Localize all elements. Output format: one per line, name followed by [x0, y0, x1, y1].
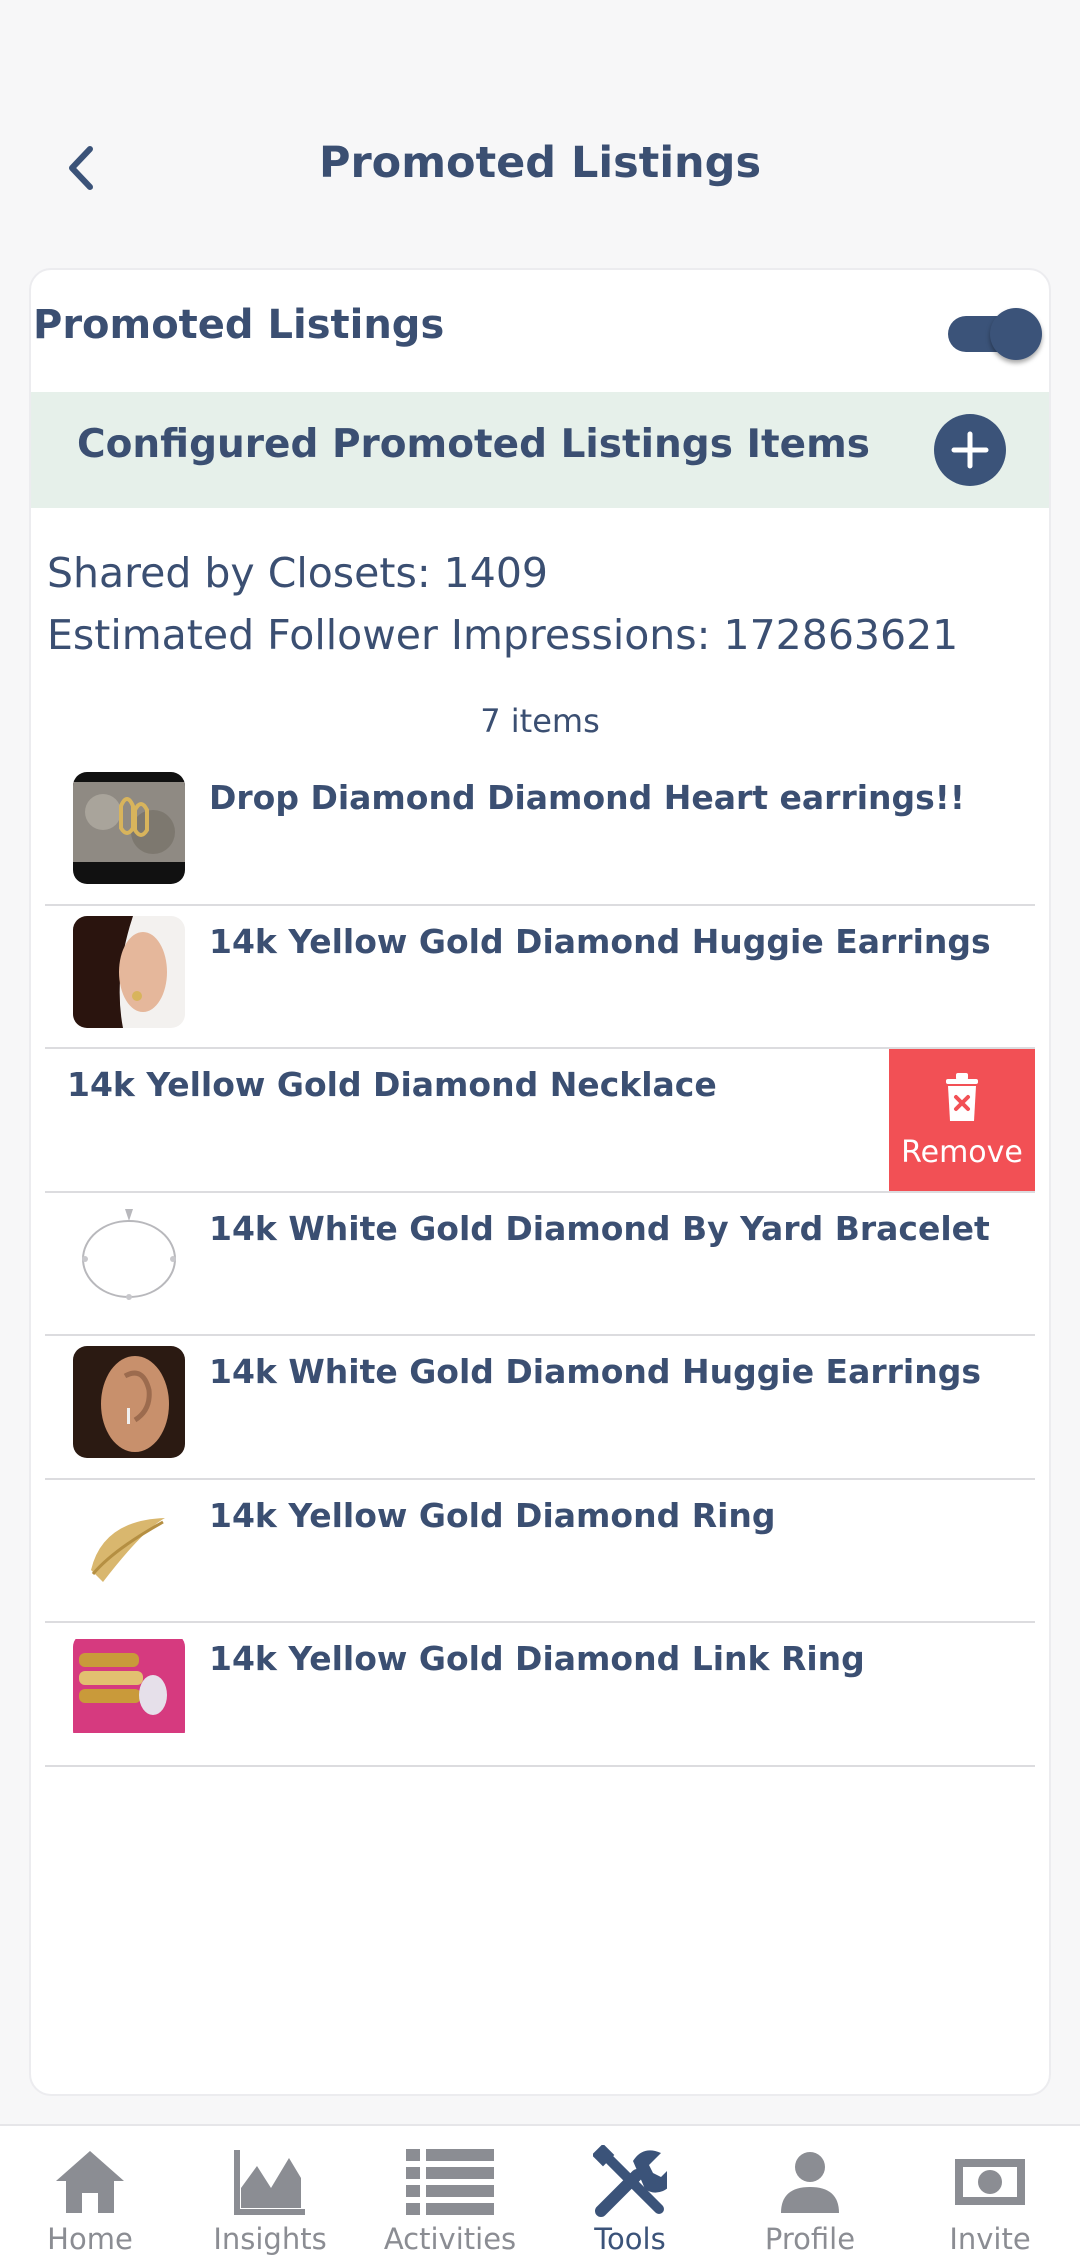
tab-insights[interactable]: Insights	[180, 2126, 360, 2264]
person-icon	[781, 2152, 839, 2213]
promoted-listings-card: Promoted Listings Configured Promoted Li…	[29, 268, 1051, 2096]
items-count: 7 items	[480, 702, 600, 740]
remove-label: Remove	[901, 1134, 1023, 1170]
shared-by-closets: Shared by Closets: 1409	[47, 549, 549, 597]
tab-activities[interactable]: Activities	[360, 2126, 540, 2264]
stats: Shared by Closets: 1409 Estimated Follow…	[47, 542, 958, 666]
tab-label: Invite	[949, 2222, 1031, 2256]
promoted-listings-row: Promoted Listings	[31, 270, 1049, 392]
item-title: Drop Diamond Diamond Heart earrings!!	[209, 778, 965, 817]
item-thumbnail	[73, 772, 185, 884]
promoted-listings-toggle[interactable]	[948, 306, 1042, 362]
tab-tools[interactable]: Tools	[540, 2126, 720, 2264]
tab-invite[interactable]: Invite	[900, 2126, 1080, 2264]
tab-label: Activities	[383, 2222, 517, 2256]
estimated-impressions: Estimated Follower Impressions: 17286362…	[47, 611, 959, 659]
list-item[interactable]: 14k Yellow Gold Diamond Huggie Earrings	[45, 906, 1035, 1049]
money-icon	[955, 2159, 1025, 2205]
add-item-button[interactable]	[934, 414, 1006, 486]
promoted-listings-label: Promoted Listings	[33, 302, 445, 348]
list-item[interactable]: 14k White Gold Diamond By Yard Bracelet	[45, 1193, 1035, 1336]
header: Promoted Listings	[0, 0, 1080, 260]
tools-icon	[593, 2145, 667, 2217]
tab-label: Profile	[764, 2222, 856, 2256]
chart-icon	[234, 2150, 305, 2215]
list-item[interactable]: Drop Diamond Diamond Heart earrings!!	[45, 762, 1035, 906]
item-thumbnail	[73, 1202, 185, 1315]
item-title: 14k Yellow Gold Diamond Necklace	[67, 1065, 717, 1104]
configured-items-bar: Configured Promoted Listings Items	[31, 392, 1049, 508]
item-thumbnail	[73, 1633, 185, 1745]
item-title: 14k Yellow Gold Diamond Link Ring	[209, 1639, 865, 1678]
tab-label: Home	[47, 2222, 133, 2256]
item-title: 14k Yellow Gold Diamond Ring	[209, 1495, 776, 1535]
list-item[interactable]: 14k Yellow Gold Diamond Ring	[45, 1480, 1035, 1623]
item-thumbnail	[73, 915, 185, 1028]
item-thumbnail	[73, 1346, 185, 1458]
tab-home[interactable]: Home	[0, 2126, 180, 2264]
home-icon	[56, 2151, 124, 2213]
page-title: Promoted Listings	[318, 138, 762, 188]
item-thumbnail	[73, 1489, 185, 1602]
list-item[interactable]: 14k Yellow Gold Diamond Link Ring	[45, 1623, 1035, 1767]
list-icon	[406, 2149, 494, 2215]
list-item[interactable]: 14k Yellow Gold Diamond Necklace Remove	[45, 1049, 1035, 1193]
remove-button[interactable]: Remove	[889, 1049, 1035, 1191]
trash-icon	[946, 1072, 978, 1121]
item-title: 14k White Gold Diamond By Yard Bracelet	[209, 1208, 990, 1248]
item-title: 14k White Gold Diamond Huggie Earrings	[209, 1352, 981, 1391]
item-title: 14k Yellow Gold Diamond Huggie Earrings	[209, 921, 991, 961]
bottom-tab-bar: Home Insights Activities Tools Profile I…	[0, 2124, 1080, 2264]
tab-profile[interactable]: Profile	[720, 2126, 900, 2264]
plus-icon	[951, 431, 989, 469]
tab-label: Tools	[594, 2222, 666, 2256]
promoted-items-list: Drop Diamond Diamond Heart earrings!! 14…	[45, 762, 1035, 1767]
tab-label: Insights	[213, 2222, 327, 2256]
list-item[interactable]: 14k White Gold Diamond Huggie Earrings	[45, 1336, 1035, 1480]
configured-items-label: Configured Promoted Listings Items	[77, 422, 870, 467]
